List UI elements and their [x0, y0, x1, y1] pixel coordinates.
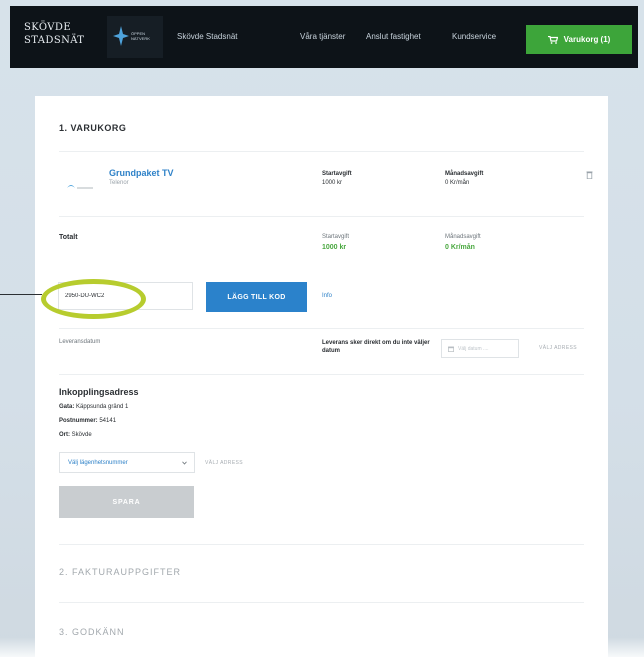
apartment-select-value: Välj lägenhetsnummer [68, 459, 128, 466]
add-code-button[interactable]: LÄGG TILL KOD [206, 282, 307, 312]
delivery-instruction: Leverans sker direkt om du inte väljer d… [322, 340, 430, 354]
street-label: Gata: [59, 404, 75, 410]
total-startfee-value: 1000 kr [322, 244, 347, 251]
section-title-varukorg: 1. VARUKORG [59, 123, 127, 133]
annotation-pointer-line [0, 294, 42, 295]
promo-info-link[interactable]: Info [322, 293, 332, 299]
product-startfee-value: 1000 kr [322, 180, 343, 186]
product-monthly-value: 0 Kr/mån [445, 180, 470, 186]
nav-item-anslut-fastighet[interactable]: Anslut fastighet [366, 32, 421, 41]
delivery-date-placeholder: Välj datum .... [458, 345, 489, 352]
address-street: Gata: Käppsunda gränd 1 [59, 404, 128, 410]
nav-item-kundservice[interactable]: Kundservice [452, 32, 496, 41]
cart-button[interactable]: Varukorg (1) [526, 25, 632, 54]
network-badge: ÖPPEN NÄTVERK [107, 16, 163, 58]
star-icon [113, 26, 129, 46]
total-startfee-label: Startavgift [322, 234, 350, 240]
cart-icon [547, 35, 558, 44]
city-label: Ort: [59, 432, 70, 438]
delivery-date-picker[interactable]: Välj datum .... [441, 339, 519, 358]
address-city: Ort: Skövde [59, 432, 92, 438]
total-monthly-value: 0 Kr/mån [445, 244, 475, 251]
product-name[interactable]: Grundpaket TV [109, 168, 174, 178]
delivery-date-label: Leveransdatum [59, 339, 101, 345]
postal-label: Postnummer: [59, 418, 98, 424]
section-title-godkann[interactable]: 3. GODKÄNN [59, 627, 125, 637]
apartment-select[interactable]: Välj lägenhetsnummer [59, 452, 195, 473]
nav-item-vara-tjanster[interactable]: Våra tjänster [300, 32, 345, 41]
total-monthly-label: Månadsavgift [445, 234, 481, 240]
product-provider: Telenor [109, 180, 129, 186]
section-title-fakturauppgifter[interactable]: 2. FAKTURAUPPGIFTER [59, 567, 181, 577]
total-label: Totalt [59, 234, 78, 241]
chevron-down-icon [182, 461, 187, 465]
trash-icon[interactable] [586, 170, 593, 179]
divider [59, 328, 584, 329]
divider [59, 544, 584, 545]
checkout-card: 1. VARUKORG Grundpaket TV Telenor Starta… [35, 96, 608, 657]
divider [59, 151, 584, 152]
product-monthly-label: Månadsavgift [445, 171, 484, 177]
address-title: Inkopplingsadress [59, 387, 139, 397]
cart-label: Varukorg (1) [563, 35, 611, 44]
divider [59, 216, 584, 217]
logo-line-1: SKÖVDE [24, 22, 72, 33]
delivery-choose-link[interactable]: VÄLJ ADRESS [539, 345, 577, 351]
nav-item-skovde-stadsnat[interactable]: Skövde Stadsnät [177, 32, 237, 41]
brand-logo[interactable]: SKÖVDE STADSNÄT [24, 21, 84, 47]
badge-text: ÖPPEN NÄTVERK [131, 31, 150, 41]
divider [59, 602, 584, 603]
calendar-icon [448, 346, 454, 352]
save-button[interactable]: SPARA [59, 486, 194, 518]
select-address-link[interactable]: VÄLJ ADRESS [205, 460, 243, 466]
street-value: Käppsunda gränd 1 [76, 404, 129, 410]
city-value: Skövde [71, 432, 92, 438]
divider [59, 374, 584, 375]
promo-code-input[interactable] [58, 282, 193, 310]
logo-line-2: STADSNÄT [24, 35, 85, 46]
address-postal: Postnummer: 54141 [59, 418, 116, 424]
product-startfee-label: Startavgift [322, 171, 352, 177]
top-navigation: SKÖVDE STADSNÄT ÖPPEN NÄTVERK Skövde Sta… [10, 6, 638, 68]
postal-value: 54141 [99, 418, 117, 424]
telenor-logo-icon [67, 185, 93, 189]
page-background: SKÖVDE STADSNÄT ÖPPEN NÄTVERK Skövde Sta… [0, 0, 644, 657]
